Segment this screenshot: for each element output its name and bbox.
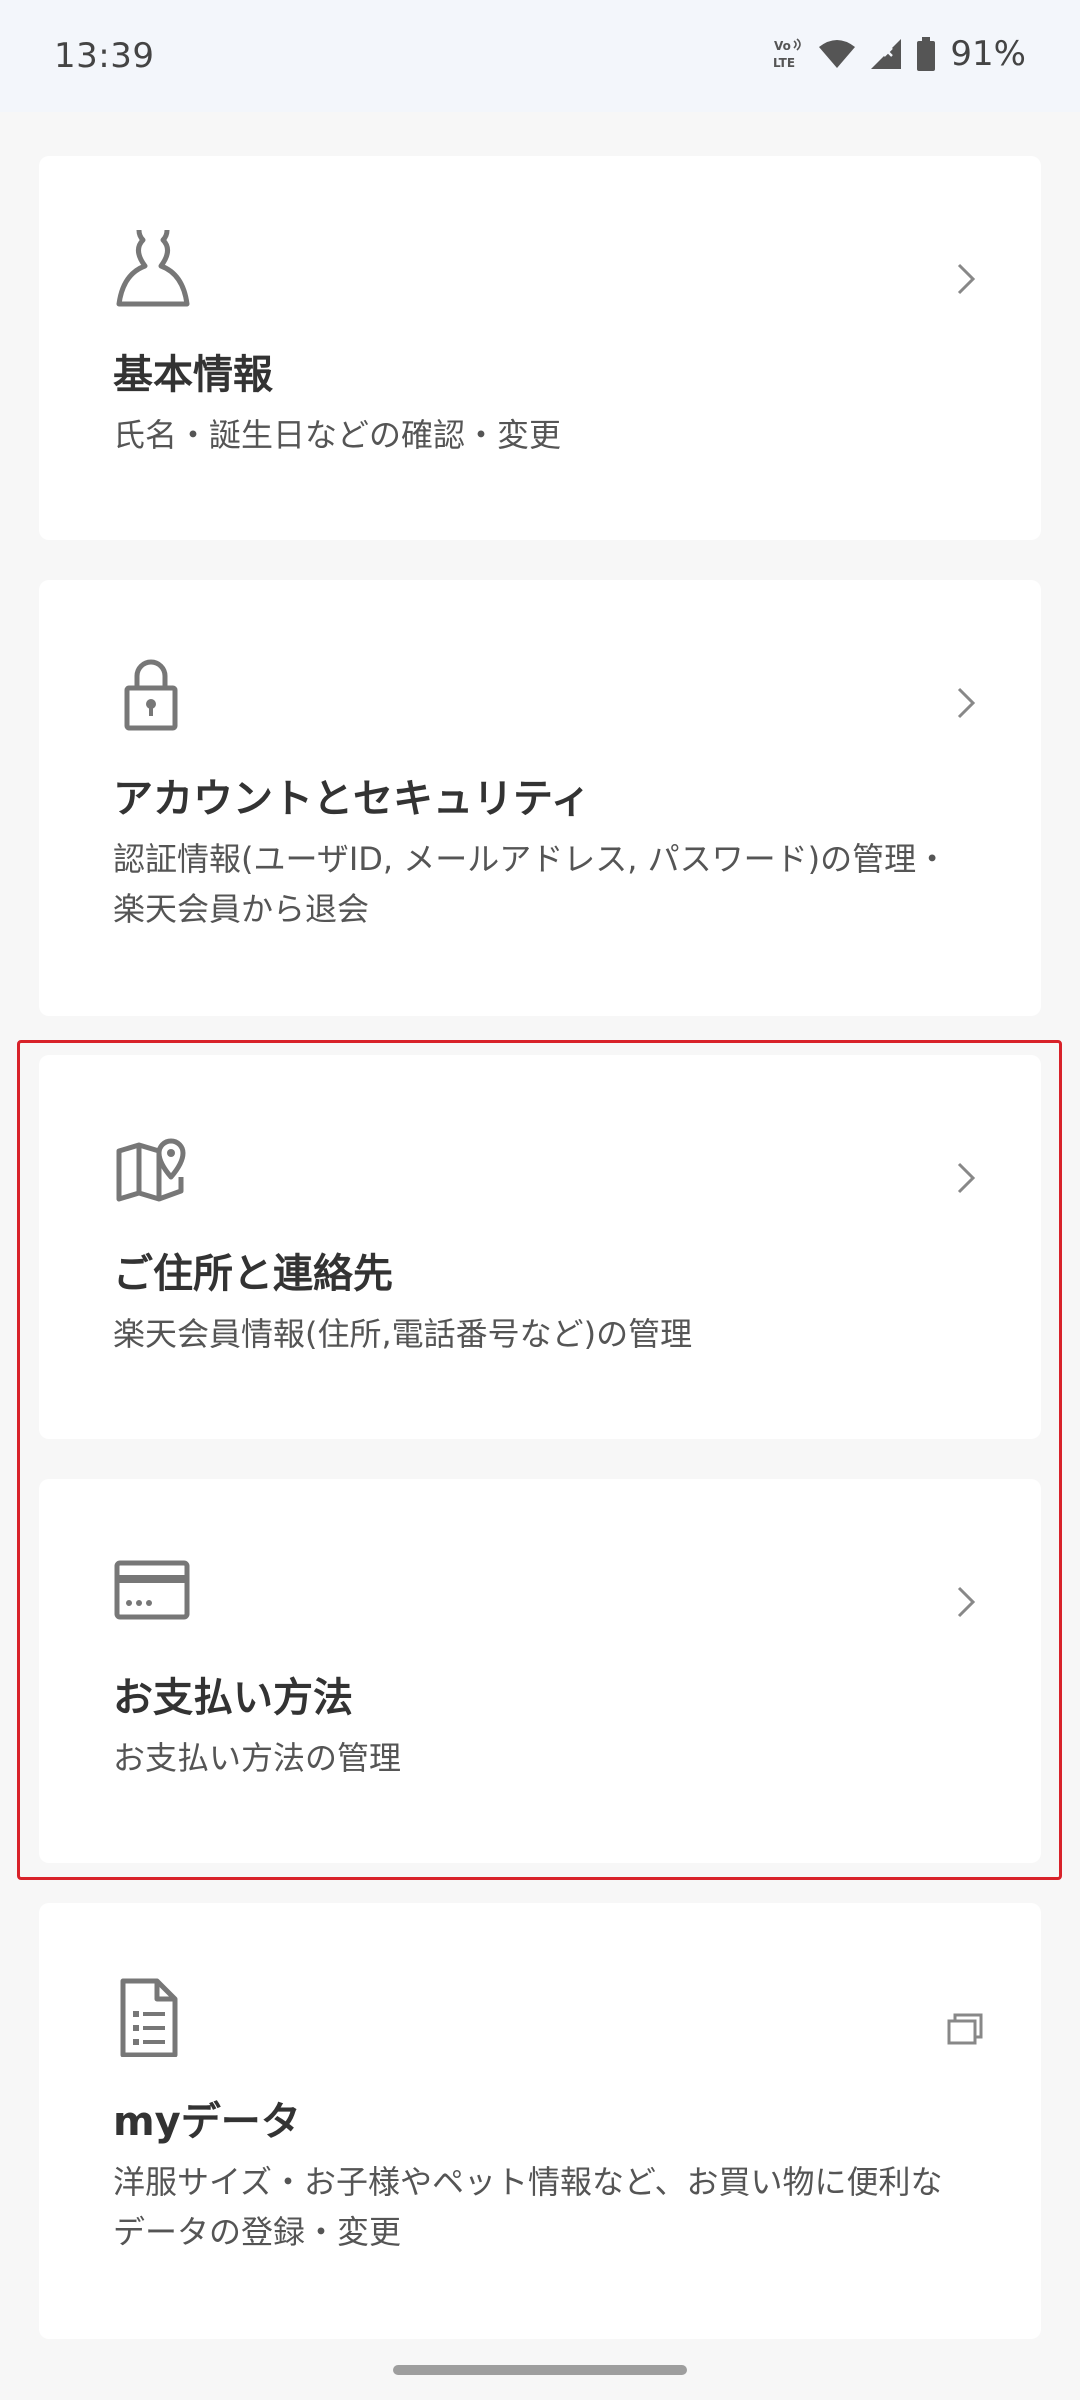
card-description: 氏名・誕生日などの確認・変更 — [113, 416, 562, 454]
wifi-icon — [818, 39, 856, 69]
status-time: 13:39 — [54, 36, 155, 76]
card-basic-info[interactable]: 基本情報 氏名・誕生日などの確認・変更 — [39, 156, 1041, 540]
signal-icon — [870, 38, 902, 70]
chevron-right-icon — [947, 685, 983, 721]
chevron-right-icon — [947, 1584, 983, 1620]
battery-icon — [916, 37, 936, 71]
lock-icon — [113, 654, 193, 734]
card-address-contact[interactable]: ご住所と連絡先 楽天会員情報(住所,電話番号など)の管理 — [39, 1055, 1041, 1439]
chevron-right-icon — [947, 261, 983, 297]
card-title: 基本情報 — [113, 352, 273, 398]
person-icon — [113, 213, 193, 310]
map-pin-icon — [113, 1129, 193, 1209]
card-title: ご住所と連絡先 — [113, 1251, 393, 1297]
chevron-right-icon — [947, 1160, 983, 1196]
svg-text:LTE: LTE — [773, 56, 795, 70]
home-indicator[interactable] — [393, 2365, 687, 2375]
card-description: お支払い方法の管理 — [113, 1739, 402, 1777]
card-title: myデータ — [113, 2099, 301, 2145]
card-title: アカウントとセキュリティ — [113, 776, 591, 822]
external-window-icon — [945, 2009, 985, 2049]
card-description: 楽天会員情報(住所,電話番号など)の管理 — [113, 1315, 693, 1353]
card-account-security[interactable]: アカウントとセキュリティ 認証情報(ユーザID, メールアドレス, パスワード)… — [39, 580, 1041, 1016]
card-description: 認証情報(ユーザID, メールアドレス, パスワード)の管理・楽天会員から退会 — [113, 840, 949, 928]
battery-percentage: 91% — [950, 34, 1026, 74]
status-icons: Vo LTE 91% — [772, 34, 1026, 74]
status-bar: 13:39 Vo LTE 91% — [0, 0, 1080, 112]
credit-card-icon — [113, 1553, 193, 1633]
svg-text:Vo: Vo — [774, 39, 791, 53]
document-icon — [113, 1977, 193, 2058]
volte-icon: Vo LTE — [772, 37, 804, 71]
card-description: 洋服サイズ・お子様やペット情報など、お買い物に便利なデータの登録・変更 — [113, 2163, 943, 2251]
card-payment-method[interactable]: お支払い方法 お支払い方法の管理 — [39, 1479, 1041, 1863]
card-title: お支払い方法 — [113, 1675, 353, 1721]
card-my-data[interactable]: myデータ 洋服サイズ・お子様やペット情報など、お買い物に便利なデータの登録・変… — [39, 1903, 1041, 2339]
